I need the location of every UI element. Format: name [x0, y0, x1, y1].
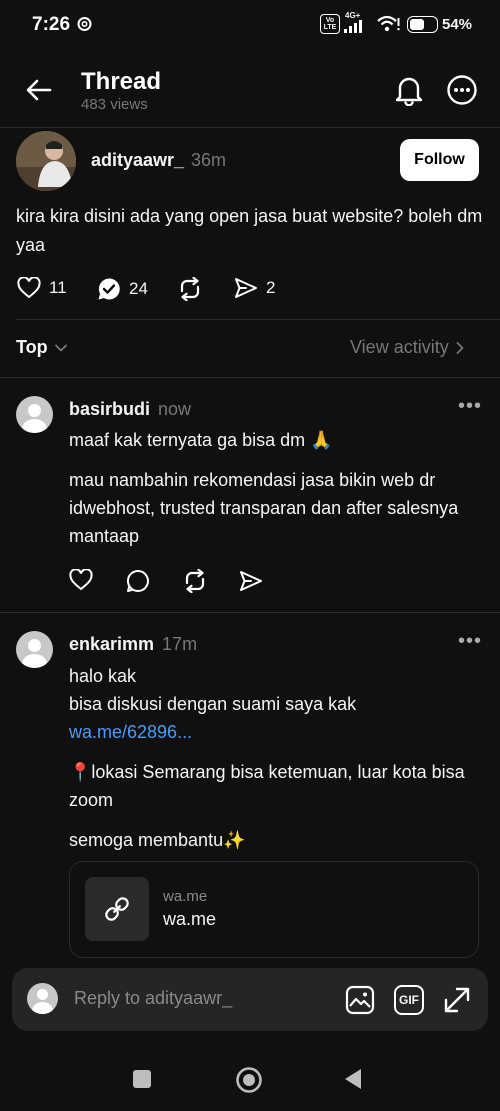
comment-share-icon[interactable] — [239, 570, 263, 592]
signal-icon — [344, 20, 372, 33]
status-time: 7:26 — [32, 14, 71, 35]
comment-text: semoga membantu✨ — [69, 830, 246, 850]
back-arrow-icon[interactable] — [25, 76, 53, 104]
network-type-label: 4G+ — [345, 11, 361, 20]
send-icon — [234, 277, 258, 299]
expand-icon[interactable] — [442, 985, 472, 1015]
comment-divider — [0, 612, 500, 613]
post-text: kira kira disini ada yang open jasa buat… — [16, 206, 483, 255]
reply-input[interactable] — [74, 988, 324, 1009]
comment-text: halo kak — [69, 666, 137, 686]
image-icon[interactable] — [345, 985, 375, 1015]
gif-label: GIF — [399, 993, 419, 1007]
sort-label: Top — [16, 337, 48, 357]
share-count: 2 — [266, 278, 276, 297]
bell-icon[interactable] — [394, 74, 424, 106]
header-divider — [0, 127, 500, 128]
sort-divider — [0, 377, 500, 378]
system-back-icon[interactable] — [344, 1068, 362, 1090]
comment-time: 17m — [162, 634, 198, 654]
verified-reply-icon — [97, 277, 121, 301]
home-icon[interactable] — [235, 1066, 263, 1094]
view-activity-label: View activity — [350, 337, 449, 357]
wifi-icon — [377, 15, 401, 33]
gif-button[interactable]: GIF — [394, 985, 424, 1015]
comment-text: maaf kak ternyata ga bisa dm 🙏 — [69, 430, 333, 450]
post-username[interactable]: adityaawr_ — [91, 150, 184, 171]
link-card-title: wa.me — [163, 909, 217, 929]
comment-header: basirbudi now — [69, 399, 191, 420]
repost-button[interactable] — [177, 277, 203, 301]
view-count: 483 views — [81, 96, 148, 113]
share-button[interactable]: 2 — [234, 277, 275, 299]
battery-percent: 54% — [442, 16, 473, 33]
comment-text: 📍lokasi Semarang bisa ketemuan, luar kot… — [69, 762, 465, 810]
comment-like-icon[interactable] — [69, 569, 93, 591]
like-button[interactable]: 11 — [17, 277, 67, 299]
comment-username[interactable]: enkarimm — [69, 634, 154, 655]
chevron-right-icon — [455, 341, 465, 355]
battery-icon — [407, 16, 438, 33]
comment-more-icon[interactable]: ••• — [458, 630, 482, 653]
sort-dropdown[interactable]: Top — [16, 337, 68, 358]
comment-repost-icon[interactable] — [182, 569, 208, 593]
link-card-domain: wa.me — [163, 888, 208, 905]
recent-apps-icon[interactable] — [133, 1070, 151, 1088]
comment-username[interactable]: basirbudi — [69, 399, 150, 420]
reply-count: 24 — [129, 279, 148, 298]
more-icon[interactable] — [446, 74, 478, 106]
comment-link[interactable]: wa.me/62896... — [69, 718, 484, 746]
comment-header: enkarimm 17m — [69, 634, 197, 655]
comment-more-icon[interactable]: ••• — [458, 395, 482, 418]
post-divider — [16, 319, 500, 320]
reply-avatar — [27, 983, 58, 1014]
volte-icon: Vo LTE — [320, 14, 340, 34]
post-avatar[interactable] — [16, 131, 76, 191]
chevron-down-icon — [54, 343, 68, 353]
comment-text: bisa diskusi dengan suami saya kak — [69, 694, 357, 714]
view-activity-link[interactable]: View activity — [350, 337, 465, 358]
link-icon — [85, 877, 149, 941]
like-count: 11 — [49, 278, 67, 297]
comment-text: mau nambahin rekomendasi jasa bikin web … — [69, 470, 459, 546]
heart-icon — [17, 277, 41, 299]
follow-button[interactable]: Follow — [400, 139, 479, 181]
threads-notification-icon — [77, 16, 92, 32]
post-time: 36m — [191, 150, 227, 170]
comment-reply-icon[interactable] — [126, 569, 150, 593]
repost-icon — [177, 277, 203, 301]
page-title: Thread — [81, 68, 162, 95]
comment-avatar[interactable] — [16, 396, 53, 433]
replies-button[interactable]: 24 — [97, 277, 148, 301]
comment-avatar[interactable] — [16, 631, 53, 668]
comment-time: now — [158, 399, 192, 419]
